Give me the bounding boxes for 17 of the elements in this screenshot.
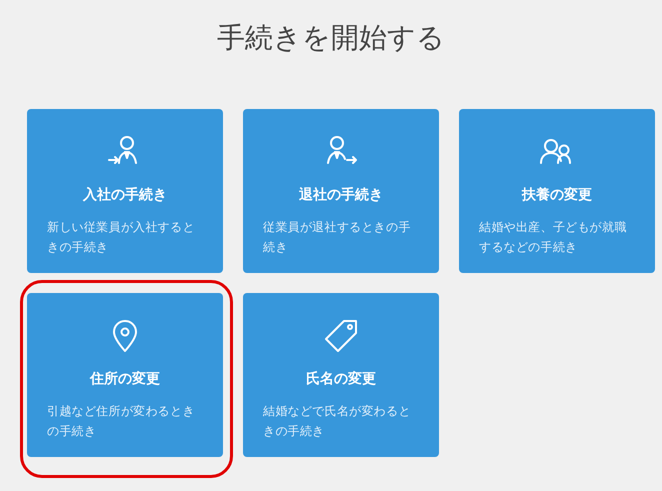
procedure-card[interactable]: 退社の手続き 従業員が退社するときの手続き xyxy=(243,109,439,273)
card-title: 住所の変更 xyxy=(90,370,160,389)
card-description: 従業員が退社するときの手続き xyxy=(263,219,412,256)
card-description: 引越など住所が変わるときの手続き xyxy=(47,403,196,440)
procedure-card[interactable]: 扶養の変更 結婚や出産、子どもが就職するなどの手続き xyxy=(459,109,655,273)
page-title: 手続きを開始する xyxy=(216,20,446,56)
card-description: 結婚や出産、子どもが就職するなどの手続き xyxy=(479,219,628,256)
card-title: 入社の手続き xyxy=(83,186,167,205)
procedure-card[interactable]: 住所の変更 引越など住所が変わるときの手続き xyxy=(27,293,223,457)
card-title: 退社の手続き xyxy=(299,186,383,205)
tag-icon xyxy=(322,317,360,355)
procedure-card[interactable]: 氏名の変更 結婚などで氏名が変わるときの手続き xyxy=(243,293,439,457)
card-title: 扶養の変更 xyxy=(522,186,592,205)
card-description: 新しい従業員が入社するときの手続き xyxy=(47,219,196,256)
card-title: 氏名の変更 xyxy=(306,370,376,389)
card-description: 結婚などで氏名が変わるときの手続き xyxy=(263,403,412,440)
procedure-card[interactable]: 入社の手続き 新しい従業員が入社するときの手続き xyxy=(27,109,223,273)
